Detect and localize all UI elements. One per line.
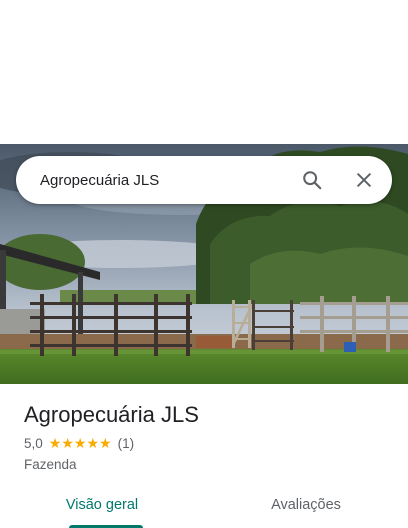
place-category: Fazenda [24,457,77,472]
search-bar[interactable]: Agropecuária JLS [16,156,392,204]
star-icon: ★ [86,435,100,452]
tab-overview-label: Visão geral [65,497,139,513]
map-area-blank [0,0,408,144]
search-icon [303,171,322,190]
place-tabs: Visão geral Avaliações [0,490,408,528]
close-icon [357,173,371,187]
rating-row[interactable]: 5,0 ★ ★ ★ ★ ★ (1) [24,436,134,451]
search-button[interactable] [292,160,332,200]
star-icon: ★ [99,435,112,452]
rating-value: 5,0 [24,436,43,451]
star-rating: ★ ★ ★ ★ ★ [49,437,112,451]
star-icon: ★ [73,435,87,452]
search-input[interactable]: Agropecuária JLS [40,172,292,189]
clear-search-button[interactable] [344,160,384,200]
tab-reviews[interactable]: Avaliações [204,490,408,528]
review-count[interactable]: (1) [118,436,135,451]
star-icon: ★ [48,435,62,452]
tab-reviews-label: Avaliações [271,497,341,513]
place-details-screen: Agropecuária JLS Agropecuária JLS 5,0 ★ … [0,0,408,528]
place-info-panel: Agropecuária JLS 5,0 ★ ★ ★ ★ ★ (1) Fazen… [0,384,408,528]
tab-overview[interactable]: Visão geral [0,490,204,528]
place-title: Agropecuária JLS [24,402,199,427]
star-icon: ★ [61,435,74,452]
